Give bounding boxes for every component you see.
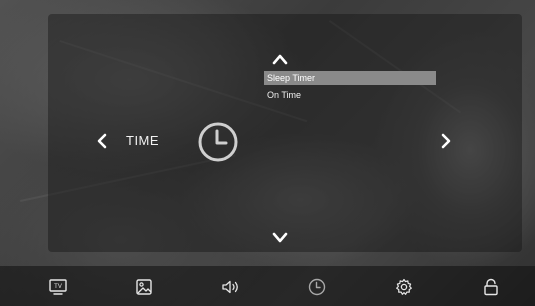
tab-lock[interactable] xyxy=(480,276,502,298)
tab-sound[interactable] xyxy=(220,276,242,298)
tab-time[interactable] xyxy=(306,276,328,298)
clock-icon xyxy=(308,278,326,296)
clock-icon xyxy=(197,121,239,163)
tab-tv[interactable]: TV xyxy=(47,276,69,298)
tab-picture[interactable] xyxy=(133,276,155,298)
tv-icon-label: TV xyxy=(54,284,62,290)
previous-menu-arrow-icon[interactable] xyxy=(94,132,110,150)
menu-item-on-time[interactable]: On Time xyxy=(264,88,436,102)
bottom-tab-bar xyxy=(0,266,535,306)
lock-icon xyxy=(484,278,498,296)
picture-icon xyxy=(136,279,152,295)
tab-setup[interactable] xyxy=(393,276,415,298)
scroll-down-arrow-icon[interactable] xyxy=(271,231,289,245)
tv-icon: TV xyxy=(49,279,67,295)
scroll-up-arrow-icon[interactable] xyxy=(271,52,289,66)
speaker-icon xyxy=(222,280,238,294)
menu-item-sleep-timer[interactable]: Sleep Timer xyxy=(264,71,436,85)
gear-icon xyxy=(396,278,412,295)
time-menu-list: Sleep Timer On Time xyxy=(264,71,436,105)
next-menu-arrow-icon[interactable] xyxy=(438,132,454,150)
menu-title: TIME xyxy=(126,133,160,148)
tv-menu-screen: TIME Sleep Timer On Time TV xyxy=(0,0,535,306)
